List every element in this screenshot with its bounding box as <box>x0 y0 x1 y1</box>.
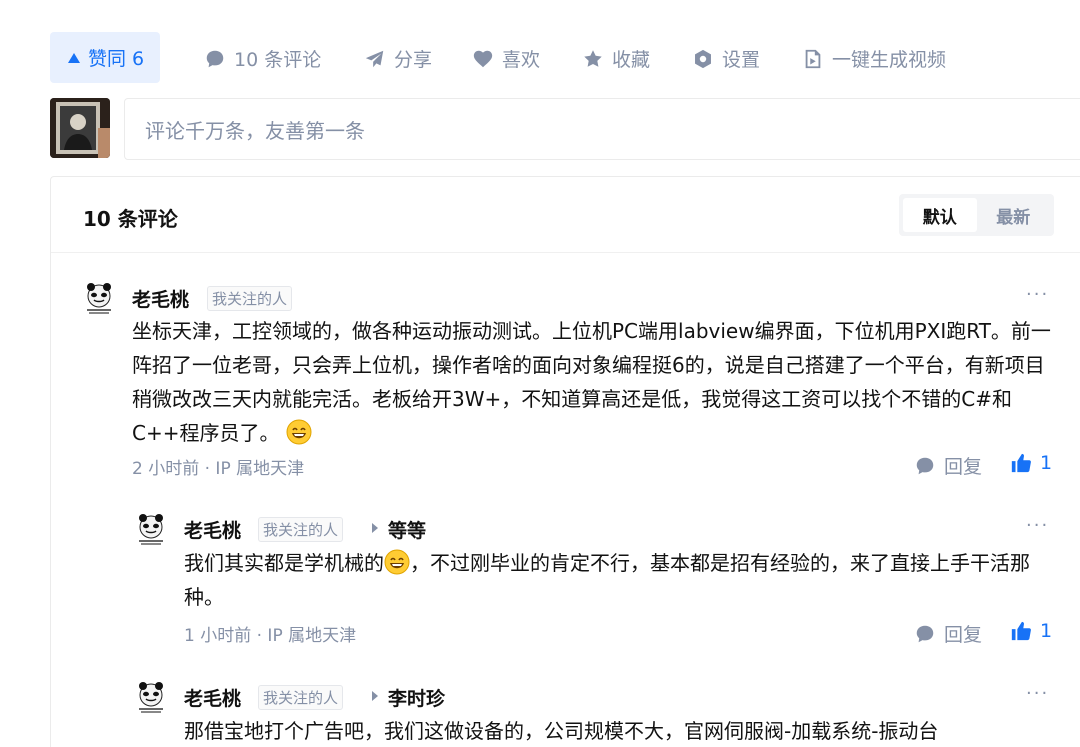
upvote-arrow-icon <box>68 52 80 63</box>
reply-to-name[interactable]: 李时珍 <box>388 684 445 711</box>
settings-label: 设置 <box>722 49 761 71</box>
comment-body: 坐标天津，工控领域的，做各种运动振动测试。上位机PC端用labview编界面，下… <box>132 314 1062 450</box>
reply-arrow-icon <box>372 523 378 533</box>
star-icon <box>584 49 602 67</box>
reply-button[interactable]: 回复 <box>914 620 982 647</box>
generate-video-button[interactable]: 一键生成视频 <box>802 45 946 72</box>
comment-bubble-icon <box>916 457 934 474</box>
video-file-icon <box>805 49 821 68</box>
comment-like-count: 1 <box>1040 452 1053 474</box>
thumbs-up-icon <box>1011 621 1031 641</box>
reply-label: 回复 <box>944 624 983 646</box>
action-bar: 赞同 6 <box>50 32 161 83</box>
following-badge: 我关注的人 <box>207 286 293 311</box>
sort-default-tab[interactable]: 默认 <box>903 198 977 232</box>
comment-text: 那借宝地打个广告吧，我们这做设备的，公司规模不大，官网伺服阀-加载系统-振动台 <box>184 719 939 743</box>
comments-button[interactable]: 10 条评论 <box>204 45 321 72</box>
comment-body: 我们其实都是学机械的 ，不过刚毕业的肯定不行，基本都是招有经验的，来了直接上手干… <box>184 546 1064 614</box>
comment-body: 那借宝地打个广告吧，我们这做设备的，公司规模不大，官网伺服阀-加载系统-振动台 <box>184 714 1064 747</box>
reply-to-name[interactable]: 等等 <box>388 516 426 543</box>
upvote-button[interactable]: 赞同 6 <box>50 32 161 83</box>
comment-more-button[interactable]: ··· <box>1026 683 1049 704</box>
comment-like-button[interactable]: 1 <box>1010 620 1052 642</box>
comments-panel-header: 10 条评论 默认 最新 <box>51 177 1080 253</box>
comments-label: 10 条评论 <box>234 49 322 71</box>
comment-author-avatar[interactable] <box>134 681 168 715</box>
sort-toggle: 默认 最新 <box>899 194 1054 236</box>
upvote-label: 赞同 6 <box>88 48 145 70</box>
comment-author-name[interactable]: 老毛桃 <box>184 516 241 543</box>
comment-more-button[interactable]: ··· <box>1026 515 1049 536</box>
thumbs-up-icon <box>1011 453 1031 473</box>
grin-emoji-icon <box>384 549 410 575</box>
panda-meme-avatar-icon <box>134 681 168 715</box>
share-button[interactable]: 分享 <box>364 45 432 72</box>
panda-meme-avatar-icon <box>134 513 168 547</box>
comment-author-name[interactable]: 老毛桃 <box>184 684 241 711</box>
comment-author-avatar[interactable] <box>134 513 168 547</box>
like-button[interactable]: 喜欢 <box>472 45 540 72</box>
comment-meta: 2 小时前 · IP 属地天津 <box>132 459 305 479</box>
panda-meme-avatar-icon <box>82 282 116 316</box>
comment-like-count: 1 <box>1040 620 1053 642</box>
user-photo-icon <box>50 98 110 158</box>
favorite-button[interactable]: 收藏 <box>582 45 650 72</box>
heart-icon <box>473 50 493 67</box>
reply-arrow-icon <box>372 691 378 701</box>
comment-bubble-icon <box>916 625 934 642</box>
favorite-label: 收藏 <box>612 49 651 71</box>
grin-emoji-icon <box>286 419 312 445</box>
reply-button[interactable]: 回复 <box>914 452 982 479</box>
comments-count-title: 10 条评论 <box>83 207 178 231</box>
comment-input[interactable]: 评论千万条，友善第一条 <box>124 98 1080 160</box>
generate-video-label: 一键生成视频 <box>832 49 947 71</box>
like-label: 喜欢 <box>502 49 541 71</box>
reply-label: 回复 <box>944 456 983 478</box>
comment-author-name[interactable]: 老毛桃 <box>132 285 189 312</box>
following-badge: 我关注的人 <box>258 517 344 542</box>
comment-meta: 1 小时前 · IP 属地天津 <box>184 626 357 646</box>
following-badge: 我关注的人 <box>258 685 344 710</box>
comment-more-button[interactable]: ··· <box>1026 284 1049 305</box>
sort-latest-tab[interactable]: 最新 <box>977 198 1051 232</box>
comment-text-part1: 我们其实都是学机械的 <box>184 551 384 575</box>
gear-icon <box>695 49 711 68</box>
share-label: 分享 <box>394 49 433 71</box>
current-user-avatar[interactable] <box>50 98 110 158</box>
comment-author-avatar[interactable] <box>82 282 116 316</box>
comment-like-button[interactable]: 1 <box>1010 452 1052 474</box>
paper-plane-icon <box>365 50 384 67</box>
comment-bubble-icon <box>206 50 224 67</box>
comment-text: 坐标天津，工控领域的，做各种运动振动测试。上位机PC端用labview编界面，下… <box>132 319 1051 445</box>
settings-button[interactable]: 设置 <box>692 45 760 72</box>
comment-input-placeholder: 评论千万条，友善第一条 <box>145 118 365 143</box>
